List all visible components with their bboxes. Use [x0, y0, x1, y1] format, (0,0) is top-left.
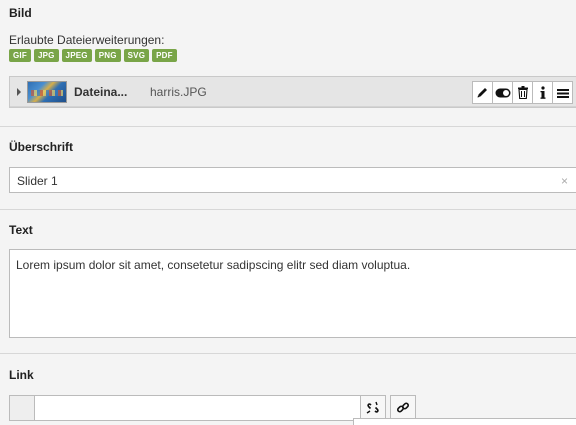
info-button[interactable] — [532, 81, 553, 104]
link-input-addon — [9, 395, 35, 421]
pencil-icon — [477, 88, 487, 98]
section-divider — [0, 126, 576, 127]
file-thumbnail — [27, 81, 67, 103]
extension-badge-svg: SVG — [123, 49, 150, 62]
trash-icon — [517, 86, 528, 99]
toggle-visibility-button[interactable] — [492, 81, 513, 104]
heading-input[interactable]: Slider 1 × — [9, 167, 576, 193]
more-menu-button[interactable] — [552, 81, 573, 104]
unlink-icon — [366, 401, 379, 414]
file-name: Dateina... — [74, 85, 128, 99]
delete-button[interactable] — [512, 81, 533, 104]
link-input[interactable] — [34, 395, 361, 421]
toggle-icon — [495, 88, 510, 97]
heading-section-label: Überschrift — [9, 140, 74, 154]
text-textarea-value: Lorem ipsum dolor sit amet, consetetur s… — [16, 258, 411, 272]
extension-badge-gif: GIF — [9, 49, 31, 62]
file-actions — [472, 81, 573, 104]
text-textarea[interactable]: Lorem ipsum dolor sit amet, consetetur s… — [9, 249, 576, 338]
heading-input-value: Slider 1 — [17, 174, 58, 188]
image-section-label: Bild — [9, 6, 32, 20]
menu-icon — [556, 88, 569, 98]
extension-badge-jpg: JPG — [33, 49, 59, 62]
clear-icon[interactable]: × — [561, 174, 568, 188]
extension-badge-pdf: PDF — [152, 49, 177, 62]
extension-badge-png: PNG — [94, 49, 121, 62]
expand-caret-icon[interactable] — [17, 88, 21, 96]
info-icon — [540, 86, 545, 99]
extension-badge-jpeg: JPEG — [61, 49, 92, 62]
link-icon — [396, 402, 410, 413]
extension-badges: GIF JPG JPEG PNG SVG PDF — [9, 49, 177, 62]
section-divider — [0, 353, 576, 354]
edit-button[interactable] — [472, 81, 493, 104]
section-divider — [0, 209, 576, 210]
text-section-label: Text — [9, 223, 33, 237]
allowed-extensions-text: Erlaubte Dateierweiterungen: — [9, 33, 165, 47]
file-title: harris.JPG — [150, 85, 207, 99]
file-reference-row[interactable]: Dateina... harris.JPG — [9, 76, 576, 108]
link-section-label: Link — [9, 368, 34, 382]
dropdown-popup — [353, 418, 576, 425]
